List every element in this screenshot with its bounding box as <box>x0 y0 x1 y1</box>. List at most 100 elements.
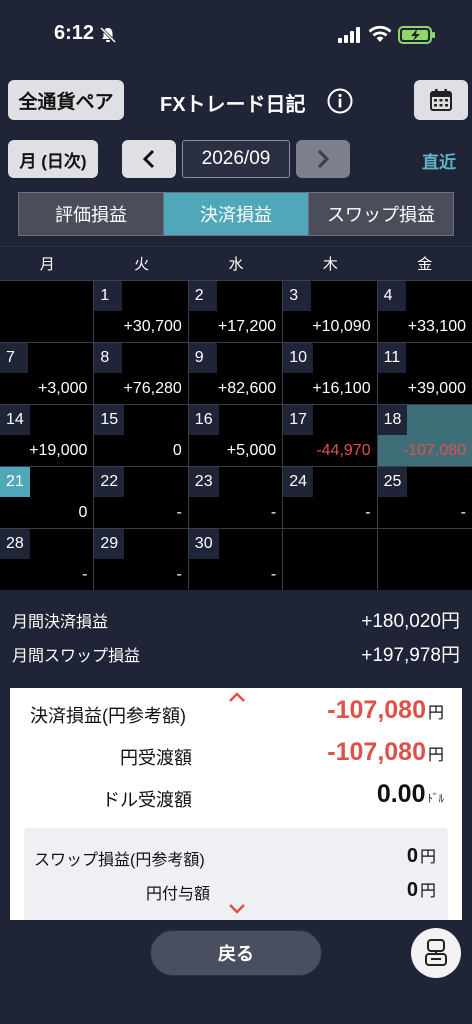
chat-button[interactable] <box>411 928 461 978</box>
wifi-icon <box>368 25 392 42</box>
jpy-delivery-row: 円受渡額 -107,080 円 <box>10 734 462 774</box>
tab-settlement-pl[interactable]: 決済損益 <box>164 193 309 235</box>
jpy-delivery-amount: -107,080 <box>327 738 426 766</box>
back-button[interactable]: 戻る <box>150 930 322 976</box>
battery-charging-icon <box>398 26 435 44</box>
swap-pl-amount: 0 <box>406 845 418 867</box>
yen-unit: 円 <box>419 849 436 866</box>
day-amount: +82,600 <box>217 380 277 397</box>
calendar-week: 14 +19,000 15 0 16 +5,000 17 -44,970 18 -107,080 <box>0 404 472 466</box>
weekday-label: 月 <box>39 256 55 273</box>
calendar-empty-cell <box>0 281 95 342</box>
jpy-delivery-value: -107,080 円 <box>327 738 444 767</box>
calendar-day-cell[interactable]: 18 -107,080 <box>377 405 472 466</box>
swap-pl-value: 0円 <box>407 843 436 868</box>
bell-off-icon <box>99 26 117 44</box>
day-amount: -107,080 <box>402 442 466 459</box>
day-number: 1 <box>94 281 123 311</box>
day-detail-panel[interactable]: 決済損益(円参考額) -107,080 円 円受渡額 -107,080 円 ドル受渡… <box>10 688 462 920</box>
monthly-summary: 月間決済損益 +180,020円 月間スワップ損益 +197,978円 <box>0 600 472 668</box>
calendar-day-cell[interactable]: 15 0 <box>94 405 189 466</box>
calendar-day-cell[interactable]: 11 +39,000 <box>377 343 472 404</box>
calendar-week: 28-29 -30- <box>0 528 472 590</box>
day-number: 30 <box>188 529 219 559</box>
calendar-week: 7 +3,000 8 +76,280 9 +82,600 10 +16,100 11 +39,00… <box>0 342 472 404</box>
weekday-header: 月 火 水 木 金 <box>0 246 472 280</box>
day-amount: - <box>270 504 277 521</box>
calendar-day-cell[interactable]: 24 - <box>283 467 378 528</box>
chevron-down-icon[interactable] <box>228 902 246 916</box>
period-unit-button[interactable]: 月 (日次) <box>8 140 98 178</box>
info-icon[interactable] <box>327 88 353 114</box>
calendar-day-cell[interactable]: 30 - <box>188 529 284 590</box>
calendar-week: 21 0 22-23-24-25- <box>0 466 472 528</box>
calendar-day-cell[interactable]: 17 -44,970 <box>283 405 378 466</box>
calendar-day-cell[interactable]: 23 - <box>188 467 284 528</box>
yen-unit: 円 <box>427 747 444 764</box>
weekday-label: 水 <box>228 256 244 273</box>
day-amount: - <box>365 504 371 521</box>
dollar-unit: ﾄﾞﾙ <box>427 793 445 805</box>
calendar-day-cell[interactable]: 2 +17,200 <box>188 281 284 342</box>
recent-link[interactable]: 直近 <box>422 148 456 173</box>
bottom-bar: 戻る <box>0 920 472 1024</box>
calendar-day-cell[interactable]: 7 +3,000 <box>0 343 95 404</box>
calendar-empty-cell <box>283 529 378 590</box>
calendar-day-cell[interactable]: 14 +19,000 <box>0 405 95 466</box>
yen-unit: 円 <box>427 705 444 722</box>
day-amount: +17,200 <box>217 318 277 335</box>
calendar-button[interactable] <box>414 80 468 120</box>
swap-pl-label: スワップ損益(円参考額) <box>34 852 205 869</box>
day-number: 22 <box>94 467 125 497</box>
settlement-pl-value: -107,080 円 <box>327 696 444 725</box>
calendar-day-cell[interactable]: 9 +82,600 <box>188 343 284 404</box>
tab-swap-pl[interactable]: スワップ損益 <box>309 193 453 235</box>
usd-delivery-row: ドル受渡額 0.00 ﾄﾞﾙ <box>10 776 462 816</box>
tab-valuation-pl[interactable]: 評価損益 <box>19 193 164 235</box>
day-amount: -44,970 <box>316 442 371 459</box>
calendar-day-cell[interactable]: 4 +33,100 <box>377 281 472 342</box>
day-number: 2 <box>188 281 217 311</box>
weekday-label: 金 <box>417 256 433 273</box>
day-number: 17 <box>283 405 313 435</box>
day-number: 16 <box>188 405 219 435</box>
calendar-day-cell[interactable]: 16 +5,000 <box>188 405 284 466</box>
weekday-label: 木 <box>322 256 338 273</box>
day-amount: 0 <box>172 442 182 459</box>
calendar-day-cell[interactable]: 22 - <box>94 467 189 528</box>
day-amount: - <box>176 566 182 583</box>
day-number: 9 <box>188 343 217 373</box>
day-number: 7 <box>0 343 28 373</box>
monthly-settlement-row: 月間決済損益 +180,020円 <box>0 600 472 634</box>
day-amount: +5,000 <box>226 442 277 459</box>
calendar-day-cell[interactable]: 3 +10,090 <box>283 281 378 342</box>
monthly-settlement-label: 月間決済損益 <box>12 614 109 631</box>
currency-pair-button[interactable]: 全通貨ペア <box>8 80 124 120</box>
day-amount: +39,000 <box>407 380 466 397</box>
usd-delivery-value: 0.00 ﾄﾞﾙ <box>377 780 444 809</box>
monthly-swap-row: 月間スワップ損益 +197,978円 <box>0 634 472 668</box>
day-number: 8 <box>94 343 123 373</box>
next-month-button[interactable] <box>296 140 350 178</box>
calendar-day-cell[interactable]: 21 0 <box>0 467 95 528</box>
calendar-day-cell[interactable]: 29 - <box>94 529 189 590</box>
calendar-day-cell[interactable]: 1 +30,700 <box>94 281 189 342</box>
day-number: 21 <box>0 467 30 497</box>
day-number: 4 <box>377 281 406 311</box>
prev-month-button[interactable] <box>122 140 176 178</box>
current-month[interactable]: 2026/09 <box>182 140 290 178</box>
day-number: 10 <box>283 343 313 373</box>
calendar-day-cell[interactable]: 25 - <box>377 467 472 528</box>
calendar: 月 火 水 木 金 1 +30,700 2 +17,200 3 +10,090 4 +33,1… <box>0 246 472 590</box>
day-number: 29 <box>94 529 125 559</box>
day-amount: +3,000 <box>38 380 88 397</box>
calendar-day-cell[interactable]: 28 - <box>0 529 95 590</box>
calendar-icon <box>430 89 452 111</box>
settlement-pl-amount: -107,080 <box>327 696 426 724</box>
signal-icon <box>338 27 360 43</box>
settlement-pl-row: 決済損益(円参考額) -107,080 円 <box>10 692 462 732</box>
monthly-swap-value: +197,978円 <box>361 645 460 666</box>
monthly-swap-label: 月間スワップ損益 <box>12 648 141 665</box>
calendar-day-cell[interactable]: 8 +76,280 <box>94 343 189 404</box>
calendar-day-cell[interactable]: 10 +16,100 <box>283 343 378 404</box>
